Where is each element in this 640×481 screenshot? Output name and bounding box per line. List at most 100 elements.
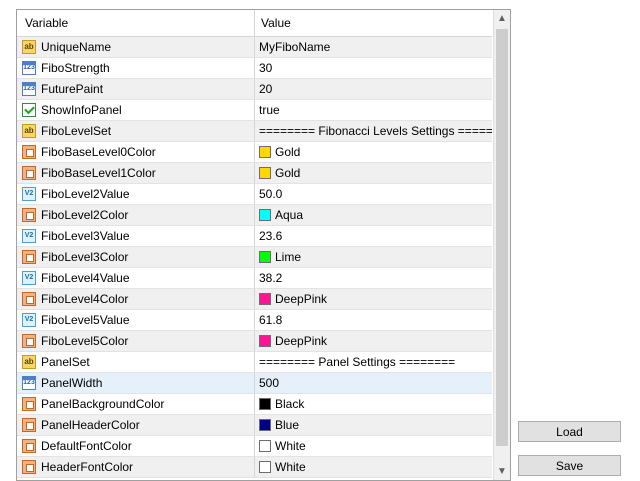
variable-cell[interactable]: ab PanelSet: [17, 352, 255, 372]
variable-cell[interactable]: 123 FiboStrength: [17, 58, 255, 78]
variable-cell[interactable]: V2 FiboLevel2Value: [17, 184, 255, 204]
variable-cell[interactable]: PanelBackgroundColor: [17, 394, 255, 414]
value-cell[interactable]: DeepPink: [255, 289, 492, 309]
variable-name: FiboLevel2Value: [41, 187, 130, 201]
scroll-up-icon[interactable]: ▲: [494, 10, 510, 27]
variable-cell[interactable]: PanelHeaderColor: [17, 415, 255, 435]
variable-name: PanelWidth: [41, 376, 103, 390]
variable-cell[interactable]: V2 FiboLevel4Value: [17, 268, 255, 288]
color-swatch: [259, 461, 271, 473]
table-row[interactable]: ab UniqueName MyFiboName: [17, 37, 492, 58]
variable-name: HeaderFontColor: [41, 460, 134, 474]
table-row[interactable]: 123 FiboStrength 30: [17, 58, 492, 79]
table-row[interactable]: V2 FiboLevel5Value 61.8: [17, 310, 492, 331]
value-cell[interactable]: true: [255, 100, 492, 120]
table-row[interactable]: DefaultFontColor White: [17, 436, 492, 457]
table-row[interactable]: ab PanelSet ======== Panel Settings ======…: [17, 352, 492, 373]
value-cell[interactable]: White: [255, 457, 492, 477]
color-type-icon: [22, 334, 36, 348]
variable-cell[interactable]: FiboBaseLevel0Color: [17, 142, 255, 162]
table-row[interactable]: 123 FuturePaint 20: [17, 79, 492, 100]
table-row[interactable]: FiboLevel4Color DeepPink: [17, 289, 492, 310]
column-header-variable[interactable]: Variable: [17, 10, 255, 36]
color-type-icon: [22, 397, 36, 411]
value-cell[interactable]: 38.2: [255, 268, 492, 288]
value-cell[interactable]: White: [255, 436, 492, 456]
value-cell[interactable]: Gold: [255, 142, 492, 162]
table-row[interactable]: V2 FiboLevel3Value 23.6: [17, 226, 492, 247]
variable-name: PanelBackgroundColor: [41, 397, 165, 411]
variable-cell[interactable]: HeaderFontColor: [17, 457, 255, 477]
value-cell[interactable]: 20: [255, 79, 492, 99]
table-row[interactable]: V2 FiboLevel2Value 50.0: [17, 184, 492, 205]
variable-cell[interactable]: V2 FiboLevel3Value: [17, 226, 255, 246]
column-header-value[interactable]: Value: [255, 10, 492, 36]
variable-cell[interactable]: FiboLevel2Color: [17, 205, 255, 225]
variable-cell[interactable]: ab UniqueName: [17, 37, 255, 57]
grid-header: Variable Value: [17, 10, 492, 37]
table-row[interactable]: PanelBackgroundColor Black: [17, 394, 492, 415]
variable-cell[interactable]: DefaultFontColor: [17, 436, 255, 456]
value-cell[interactable]: ======== Panel Settings ========: [255, 352, 492, 372]
value-text: 20: [259, 82, 273, 96]
variable-cell[interactable]: 123 PanelWidth: [17, 373, 255, 393]
table-row[interactable]: FiboLevel5Color DeepPink: [17, 331, 492, 352]
value-cell[interactable]: Aqua: [255, 205, 492, 225]
table-row[interactable]: FiboBaseLevel1Color Gold: [17, 163, 492, 184]
table-row[interactable]: 123 PanelWidth 500: [17, 373, 492, 394]
color-swatch: [259, 209, 271, 221]
value-text: 61.8: [259, 313, 283, 327]
variable-cell[interactable]: FiboLevel4Color: [17, 289, 255, 309]
table-row[interactable]: FiboLevel3Color Lime: [17, 247, 492, 268]
save-button[interactable]: Save: [518, 455, 621, 476]
value-text: 30: [259, 61, 273, 75]
scroll-down-icon[interactable]: ▼: [494, 463, 510, 480]
variable-name: UniqueName: [41, 40, 112, 54]
color-swatch: [259, 419, 271, 431]
color-swatch: [259, 251, 271, 263]
load-button[interactable]: Load: [518, 421, 621, 442]
variable-cell[interactable]: 123 FuturePaint: [17, 79, 255, 99]
value-cell[interactable]: ======== Fibonacci Levels Settings =====…: [255, 121, 492, 141]
table-row[interactable]: FiboLevel2Color Aqua: [17, 205, 492, 226]
value-text: Gold: [275, 166, 301, 180]
variable-cell[interactable]: FiboLevel5Color: [17, 331, 255, 351]
table-row[interactable]: ShowInfoPanel true: [17, 100, 492, 121]
color-type-icon: [22, 460, 36, 474]
value-text: Lime: [275, 250, 302, 264]
value-cell[interactable]: MyFiboName: [255, 37, 492, 57]
value-cell[interactable]: Lime: [255, 247, 492, 267]
table-row[interactable]: V2 FiboLevel4Value 38.2: [17, 268, 492, 289]
variable-name: FiboLevel3Value: [41, 229, 130, 243]
vertical-scrollbar[interactable]: ▲ ▼: [493, 10, 510, 480]
value-cell[interactable]: DeepPink: [255, 331, 492, 351]
string-type-icon: ab: [22, 124, 36, 138]
value-cell[interactable]: 30: [255, 58, 492, 78]
value-cell[interactable]: 61.8: [255, 310, 492, 330]
variable-cell[interactable]: ShowInfoPanel: [17, 100, 255, 120]
value-cell[interactable]: 500: [255, 373, 492, 393]
scroll-thumb[interactable]: [496, 29, 508, 446]
table-row[interactable]: FiboBaseLevel0Color Gold: [17, 142, 492, 163]
variable-cell[interactable]: FiboBaseLevel1Color: [17, 163, 255, 183]
variable-name: FiboLevel5Color: [41, 334, 129, 348]
table-row[interactable]: PanelHeaderColor Blue: [17, 415, 492, 436]
variable-cell[interactable]: FiboLevel3Color: [17, 247, 255, 267]
string-type-icon: ab: [22, 40, 36, 54]
color-type-icon: [22, 292, 36, 306]
variable-cell[interactable]: V2 FiboLevel5Value: [17, 310, 255, 330]
value-cell[interactable]: 23.6: [255, 226, 492, 246]
table-row[interactable]: ab FiboLevelSet ======== Fibonacci Levels …: [17, 121, 492, 142]
table-row[interactable]: HeaderFontColor White: [17, 457, 492, 478]
value-cell[interactable]: Black: [255, 394, 492, 414]
value-cell[interactable]: 50.0: [255, 184, 492, 204]
variable-name: FiboLevel4Value: [41, 271, 130, 285]
variable-cell[interactable]: ab FiboLevelSet: [17, 121, 255, 141]
value-text: 500: [259, 376, 280, 390]
color-swatch: [259, 335, 271, 347]
value-cell[interactable]: Gold: [255, 163, 492, 183]
value-cell[interactable]: Blue: [255, 415, 492, 435]
bool-type-icon: [22, 103, 36, 117]
value-text: Blue: [275, 418, 300, 432]
variable-name: FiboLevel3Color: [41, 250, 129, 264]
